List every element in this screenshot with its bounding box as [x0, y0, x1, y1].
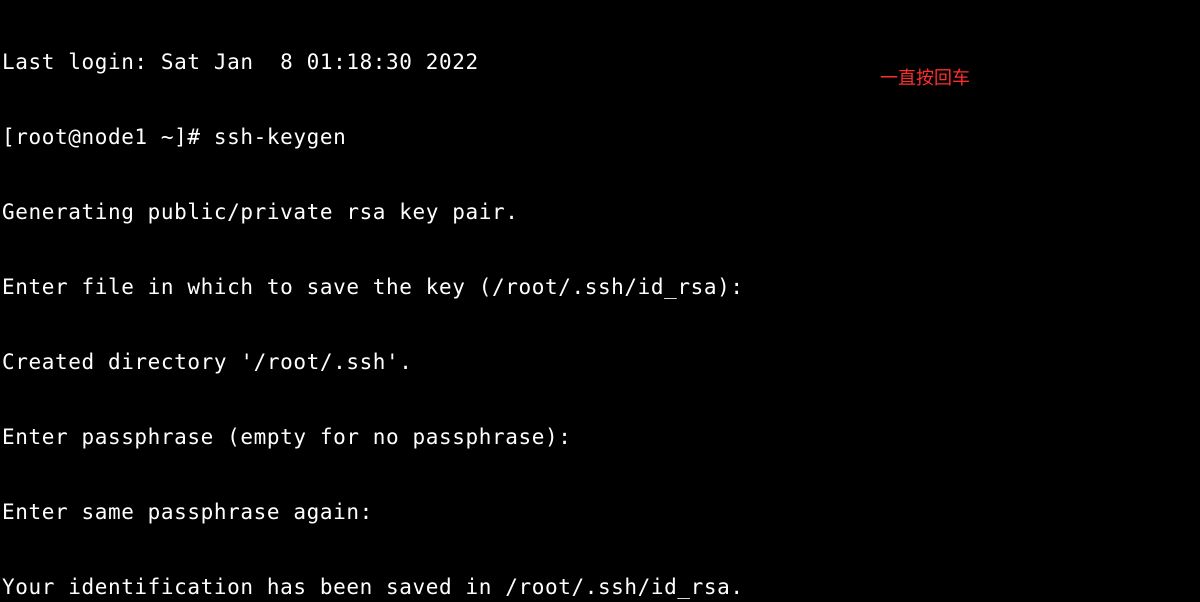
- terminal-line: Enter same passphrase again:: [2, 500, 1198, 525]
- terminal-line: Enter passphrase (empty for no passphras…: [2, 425, 1198, 450]
- terminal-line: Generating public/private rsa key pair.: [2, 200, 1198, 225]
- terminal-line: Your identification has been saved in /r…: [2, 575, 1198, 600]
- terminal-window[interactable]: Last login: Sat Jan 8 01:18:30 2022 [roo…: [0, 0, 1200, 602]
- annotation-label: 一直按回车: [880, 66, 970, 91]
- terminal-line: Last login: Sat Jan 8 01:18:30 2022: [2, 50, 1198, 75]
- terminal-line: Created directory '/root/.ssh'.: [2, 350, 1198, 375]
- terminal-line: [root@node1 ~]# ssh-keygen: [2, 125, 1198, 150]
- terminal-line: Enter file in which to save the key (/ro…: [2, 275, 1198, 300]
